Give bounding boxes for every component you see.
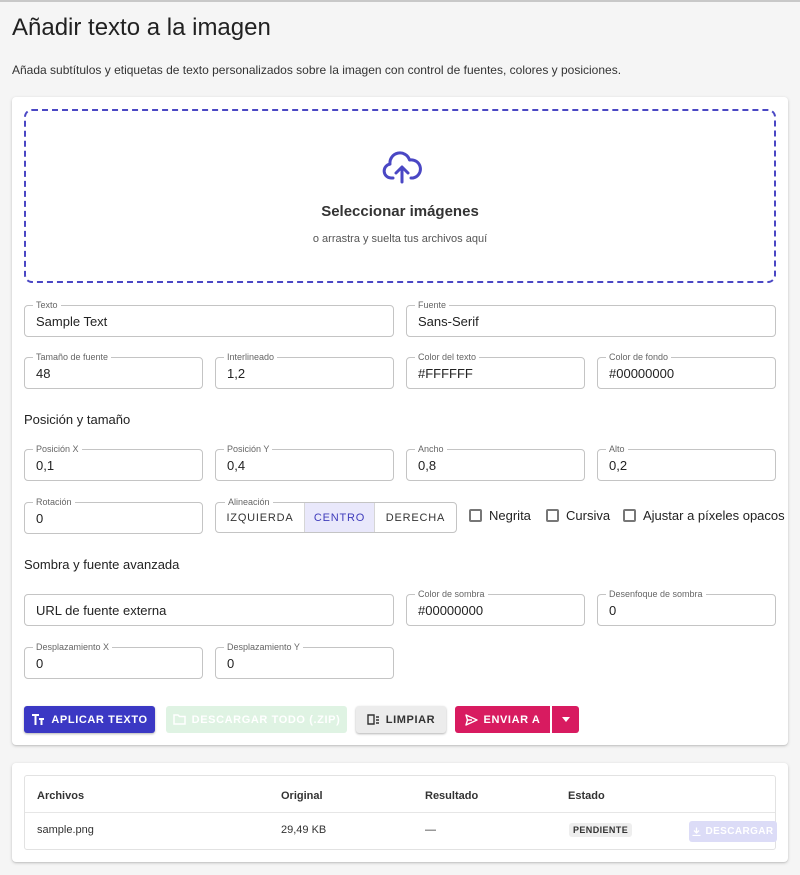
line-height-value: 1,2 [227,366,246,381]
send-to-menu-button[interactable] [552,706,579,733]
line-height-label: Interlineado [224,351,278,363]
pos-y-value: 0,4 [227,458,246,473]
text-field-value: Sample Text [36,314,108,329]
bold-checkbox-label: Negrita [489,508,531,523]
rotation-field[interactable]: Rotación 0 [24,496,203,534]
rotation-label: Rotación [33,496,75,508]
page-subtitle: Añada subtítulos y etiquetas de texto pe… [12,63,622,77]
clear-button[interactable]: LIMPIAR [356,706,446,733]
height-field[interactable]: Alto 0,2 [597,443,776,481]
bg-color-field[interactable]: Color de fondo #00000000 [597,351,776,389]
width-field[interactable]: Ancho 0,8 [406,443,585,481]
row-download-button[interactable]: DESCARGAR [689,821,777,842]
shadow-color-label: Color de sombra [415,588,488,600]
download-all-label: DESCARGAR TODO (.ZIP) [191,713,341,726]
font-field[interactable]: Fuente Sans-Serif [406,299,776,337]
send-icon [464,713,478,726]
font-size-value: 48 [36,366,51,381]
width-value: 0,8 [418,458,437,473]
row-download-label: DESCARGAR [705,826,774,837]
shadow-color-value: #00000000 [418,603,484,618]
bg-color-label: Color de fondo [606,351,672,363]
column-header-files: Archivos [37,790,85,802]
alignment-label: Alineación [225,496,273,508]
bg-color-value: #00000000 [609,366,675,381]
files-table: Archivos Original Resultado Estado sampl… [24,775,777,850]
section-position-title: Posición y tamaño [24,412,131,427]
bold-checkbox[interactable]: Negrita [469,508,531,523]
shadow-blur-value: 0 [609,603,617,618]
font-url-placeholder: URL de fuente externa [36,603,167,618]
pos-x-label: Posición X [33,443,82,455]
folder-zip-icon [172,714,186,725]
apply-text-label: APLICAR TEXTO [51,713,148,726]
table-header-divider [25,812,775,813]
row-file-name: sample.png [37,824,94,836]
fit-opaque-checkbox-label: Ajustar a píxeles opacos [643,508,785,523]
download-icon [692,827,701,836]
page-title: Añadir texto a la imagen [12,14,271,41]
text-size-icon [32,713,45,725]
apply-text-button[interactable]: APLICAR TEXTO [24,706,155,733]
line-height-field[interactable]: Interlineado 1,2 [215,351,394,389]
text-color-label: Color del texto [415,351,480,363]
shadow-blur-label: Desenfoque de sombra [606,588,706,600]
section-shadow-title: Sombra y fuente avanzada [24,557,180,572]
dropzone-hint: o arrastra y suelta tus archivos aquí [312,233,488,245]
height-label: Alto [606,443,628,455]
chevron-down-icon [561,717,570,722]
text-color-value: #FFFFFF [418,366,473,381]
fit-opaque-checkbox-box[interactable] [623,509,636,522]
send-to-button[interactable]: ENVIAR A [455,706,550,733]
bold-checkbox-box[interactable] [469,509,482,522]
clear-all-icon [367,714,379,725]
status-badge: PENDIENTE [569,823,633,837]
offset-x-label: Desplazamiento X [33,641,113,653]
rotation-value: 0 [36,511,44,526]
text-color-field[interactable]: Color del texto #FFFFFF [406,351,585,389]
cloud-upload-icon [382,151,422,184]
files-card: Archivos Original Resultado Estado sampl… [12,763,788,862]
offset-y-value: 0 [227,656,235,671]
offset-y-field[interactable]: Desplazamiento Y 0 [215,641,394,679]
top-divider [0,0,800,2]
font-size-field[interactable]: Tamaño de fuente 48 [24,351,203,389]
row-original-size: 29,49 KB [281,824,327,836]
dropzone-title: Seleccionar imágenes [321,203,479,220]
font-field-label: Fuente [415,299,450,311]
pos-x-value: 0,1 [36,458,55,473]
italic-checkbox-label: Cursiva [566,508,611,523]
download-all-button[interactable]: DESCARGAR TODO (.ZIP) [166,706,347,733]
align-center-button[interactable]: CENTRO [305,503,375,532]
italic-checkbox-box[interactable] [546,509,559,522]
row-result: — [425,824,436,836]
font-size-label: Tamaño de fuente [33,351,112,363]
width-label: Ancho [415,443,447,455]
editor-card: Seleccionar imágenes o arrastra y suelta… [12,97,788,745]
align-right-button[interactable]: DERECHA [375,503,456,532]
send-to-label: ENVIAR A [483,713,541,726]
shadow-color-field[interactable]: Color de sombra #00000000 [406,588,585,626]
font-field-value: Sans-Serif [418,314,479,329]
offset-x-field[interactable]: Desplazamiento X 0 [24,641,203,679]
pos-y-label: Posición Y [224,443,273,455]
column-header-original: Original [281,790,323,802]
column-header-result: Resultado [425,790,479,802]
pos-y-field[interactable]: Posición Y 0,4 [215,443,394,481]
font-url-field[interactable]: URL de fuente externa [24,594,394,626]
image-dropzone[interactable]: Seleccionar imágenes o arrastra y suelta… [24,109,776,283]
text-field[interactable]: Texto Sample Text [24,299,394,337]
fit-opaque-checkbox[interactable]: Ajustar a píxeles opacos [623,508,785,523]
shadow-blur-field[interactable]: Desenfoque de sombra 0 [597,588,776,626]
text-field-label: Texto [33,299,61,311]
height-value: 0,2 [609,458,628,473]
italic-checkbox[interactable]: Cursiva [546,508,610,523]
offset-x-value: 0 [36,656,44,671]
pos-x-field[interactable]: Posición X 0,1 [24,443,203,481]
offset-y-label: Desplazamiento Y [224,641,303,653]
column-header-status: Estado [568,790,605,802]
clear-label: LIMPIAR [385,713,436,726]
